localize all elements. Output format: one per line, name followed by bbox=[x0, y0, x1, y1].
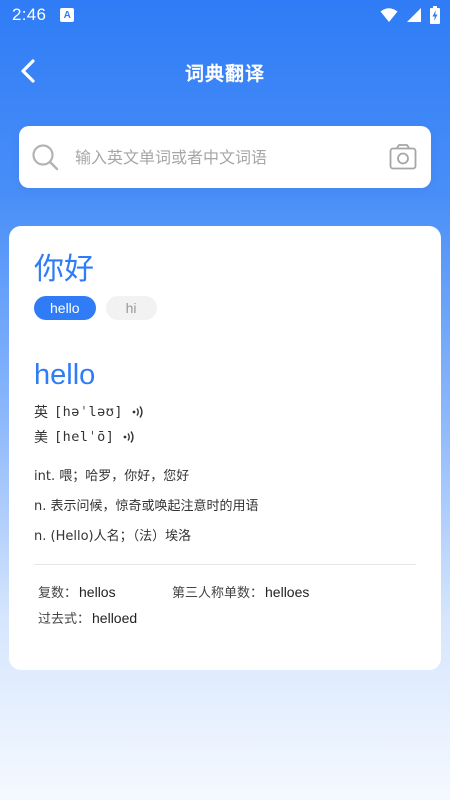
word-form-label: 第三人称单数： bbox=[172, 586, 264, 601]
page-title: 词典翻译 bbox=[184, 62, 265, 85]
pronunciation-lang: 英 bbox=[34, 405, 48, 421]
speaker-icon[interactable] bbox=[122, 430, 136, 444]
definition-item: n. 表示问候，惊奇或唤起注意时的用语 bbox=[34, 499, 259, 514]
option-chip-hi[interactable]: hi bbox=[105, 296, 157, 320]
status-icons bbox=[380, 6, 440, 24]
entry-word: hello bbox=[34, 359, 96, 391]
pronunciation-uk: 英 [həˈləʊ] bbox=[34, 402, 145, 422]
word-form-label: 过去式： bbox=[38, 612, 91, 627]
status-bar: 2:46 A bbox=[0, 0, 450, 30]
option-chip-hello[interactable]: hello bbox=[34, 296, 96, 320]
translation-options: hello hi bbox=[34, 296, 157, 320]
word-form-value: hellos bbox=[79, 584, 116, 600]
camera-icon[interactable] bbox=[389, 144, 417, 170]
result-card: 你好 hello hi hello 英 [həˈləʊ] 美 [helˈō] i… bbox=[9, 226, 441, 670]
divider bbox=[34, 564, 416, 565]
word-form-third-person: 第三人称单数： helloes bbox=[172, 582, 309, 601]
word-form-value: helloes bbox=[265, 584, 310, 600]
definition-item: n. (Hello)人名；（法）埃洛 bbox=[34, 529, 192, 544]
query-word: 你好 bbox=[34, 252, 94, 287]
search-icon bbox=[32, 144, 59, 171]
pronunciation-us: 美 [helˈō] bbox=[34, 427, 136, 447]
search-bar bbox=[19, 126, 431, 188]
word-form-plural: 复数： hellos bbox=[38, 582, 116, 601]
notification-badge: A bbox=[60, 8, 75, 22]
pronunciation-ipa: [helˈō] bbox=[54, 429, 115, 445]
pronunciation-lang: 美 bbox=[34, 430, 48, 446]
definition-item: int. 喂；哈罗，你好，您好 bbox=[34, 469, 190, 484]
chevron-left-icon[interactable] bbox=[14, 56, 44, 86]
speaker-icon[interactable] bbox=[131, 405, 145, 419]
word-form-value: helloed bbox=[92, 610, 138, 626]
pronunciation-ipa: [həˈləʊ] bbox=[54, 404, 124, 420]
nav-bar: 词典翻译 bbox=[0, 40, 450, 104]
signal-icon bbox=[407, 8, 421, 22]
search-input[interactable] bbox=[75, 147, 389, 167]
word-form-past: 过去式： helloed bbox=[38, 608, 137, 627]
wifi-icon bbox=[380, 8, 398, 22]
word-form-label: 复数： bbox=[38, 586, 78, 601]
battery-charging-icon bbox=[430, 6, 440, 24]
status-time: 2:46 bbox=[12, 5, 47, 24]
